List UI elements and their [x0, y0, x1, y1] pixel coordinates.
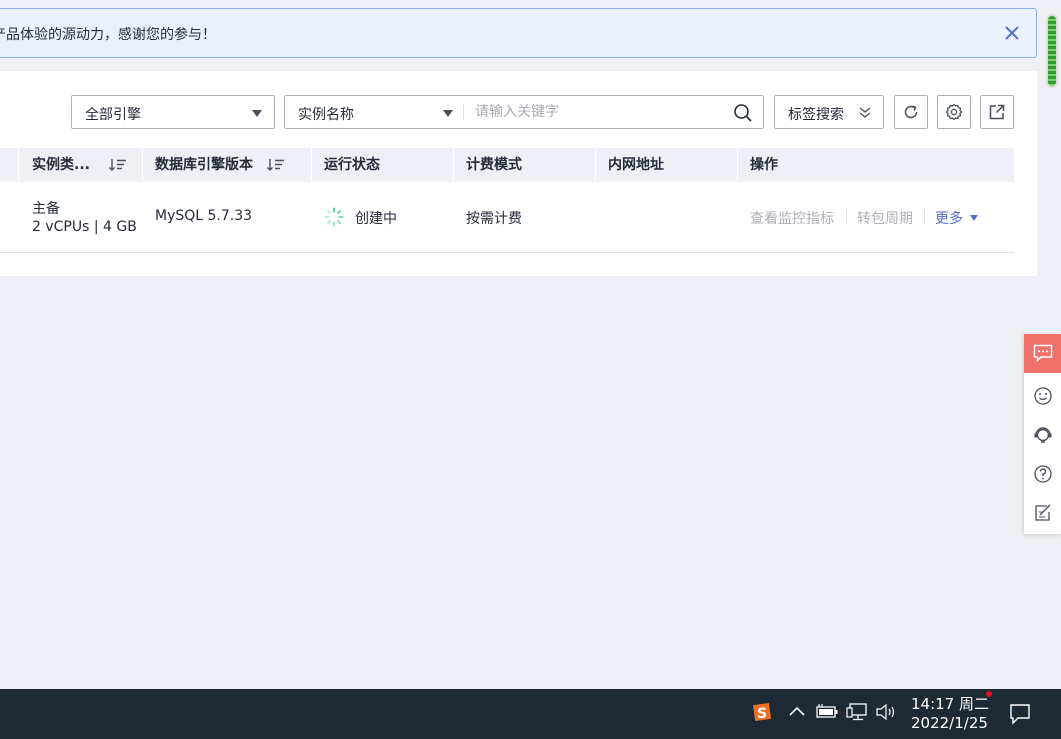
chevron-up-icon[interactable] [789, 705, 805, 721]
caret-down-icon[interactable] [970, 215, 978, 221]
spec-value: 2 vCPUs | 4 GB [32, 219, 137, 235]
network-icon[interactable] [846, 703, 868, 725]
double-chevron-down-icon [859, 107, 871, 123]
customer-service-button[interactable] [1024, 415, 1061, 454]
tag-search-label: 标签搜索 [788, 107, 844, 123]
action-divider [846, 210, 847, 224]
notice-text: 产品体验的源动力，感谢您的参与！ [0, 27, 216, 43]
clock-date[interactable]: 2022/1/25 [911, 714, 988, 732]
refresh-button[interactable] [894, 95, 928, 129]
sort-icon[interactable] [267, 159, 285, 175]
loading-spinner-icon [324, 207, 344, 231]
column-header-private-ip: 内网地址 [608, 157, 664, 173]
settings-button[interactable] [937, 95, 971, 129]
clock-time[interactable]: 14:17 周二 [911, 693, 989, 714]
help-button[interactable] [1024, 454, 1061, 493]
svg-text:S: S [757, 706, 767, 722]
column-divider [142, 148, 143, 182]
page-scrollbar[interactable] [1046, 14, 1058, 88]
caret-down-icon [252, 110, 262, 117]
action-center-icon[interactable] [1009, 703, 1031, 729]
caret-down-icon[interactable] [443, 110, 453, 117]
notes-button[interactable] [1024, 493, 1061, 532]
notice-banner: 产品体验的源动力，感谢您的参与！ [0, 8, 1037, 58]
scrollbar-thumb[interactable] [1048, 16, 1056, 86]
engine-version-value: MySQL 5.7.33 [155, 208, 253, 224]
action-divider [924, 210, 925, 224]
close-icon[interactable] [1002, 23, 1022, 43]
table-row: 主备 2 vCPUs | 4 GB MySQL 5.7.33 创建中 按需计费 … [0, 182, 1014, 253]
chat-button[interactable] [1024, 334, 1061, 373]
column-header-actions: 操作 [750, 157, 778, 173]
column-divider [595, 148, 596, 182]
sort-icon[interactable] [109, 159, 127, 175]
column-divider [453, 148, 454, 182]
instance-list-panel: 全部引擎 实例名称 标签搜索 实例类... [0, 71, 1037, 276]
divider [463, 104, 464, 120]
more-actions-link[interactable]: 更多 [935, 208, 963, 228]
engine-select-value: 全部引擎 [85, 107, 141, 123]
column-header-billing: 计费模式 [466, 157, 522, 173]
battery-icon[interactable] [816, 703, 838, 723]
taskbar: S 14:17 周二 2022/1/25 [0, 689, 1061, 739]
status-value: 创建中 [355, 211, 397, 227]
floating-toolbar [1024, 334, 1061, 534]
table-header: 实例类... 数据库引擎版本 运行状态 计费模式 内网地址 操作 [0, 148, 1014, 182]
column-divider [311, 148, 312, 182]
column-header-instance-type: 实例类... [32, 157, 90, 173]
billing-value: 按需计费 [466, 211, 522, 227]
view-metrics-link[interactable]: 查看监控指标 [750, 208, 834, 228]
notification-dot [986, 691, 992, 697]
search-icon[interactable] [733, 103, 753, 127]
export-button[interactable] [980, 95, 1014, 129]
convert-to-yearly-link[interactable]: 转包周期 [857, 208, 913, 228]
column-divider [737, 148, 738, 182]
column-divider [18, 148, 19, 182]
sogou-ime-icon[interactable]: S [751, 701, 773, 727]
search-group: 实例名称 [284, 95, 764, 129]
instance-type-value: 主备 [32, 201, 60, 217]
engine-select[interactable]: 全部引擎 [71, 95, 275, 129]
column-header-engine-version: 数据库引擎版本 [155, 157, 253, 173]
search-input[interactable] [475, 96, 725, 128]
feedback-button[interactable] [1024, 376, 1061, 415]
tag-search-button[interactable]: 标签搜索 [774, 95, 884, 129]
column-header-status: 运行状态 [324, 157, 380, 173]
field-select-value[interactable]: 实例名称 [298, 104, 354, 124]
volume-icon[interactable] [876, 703, 896, 724]
